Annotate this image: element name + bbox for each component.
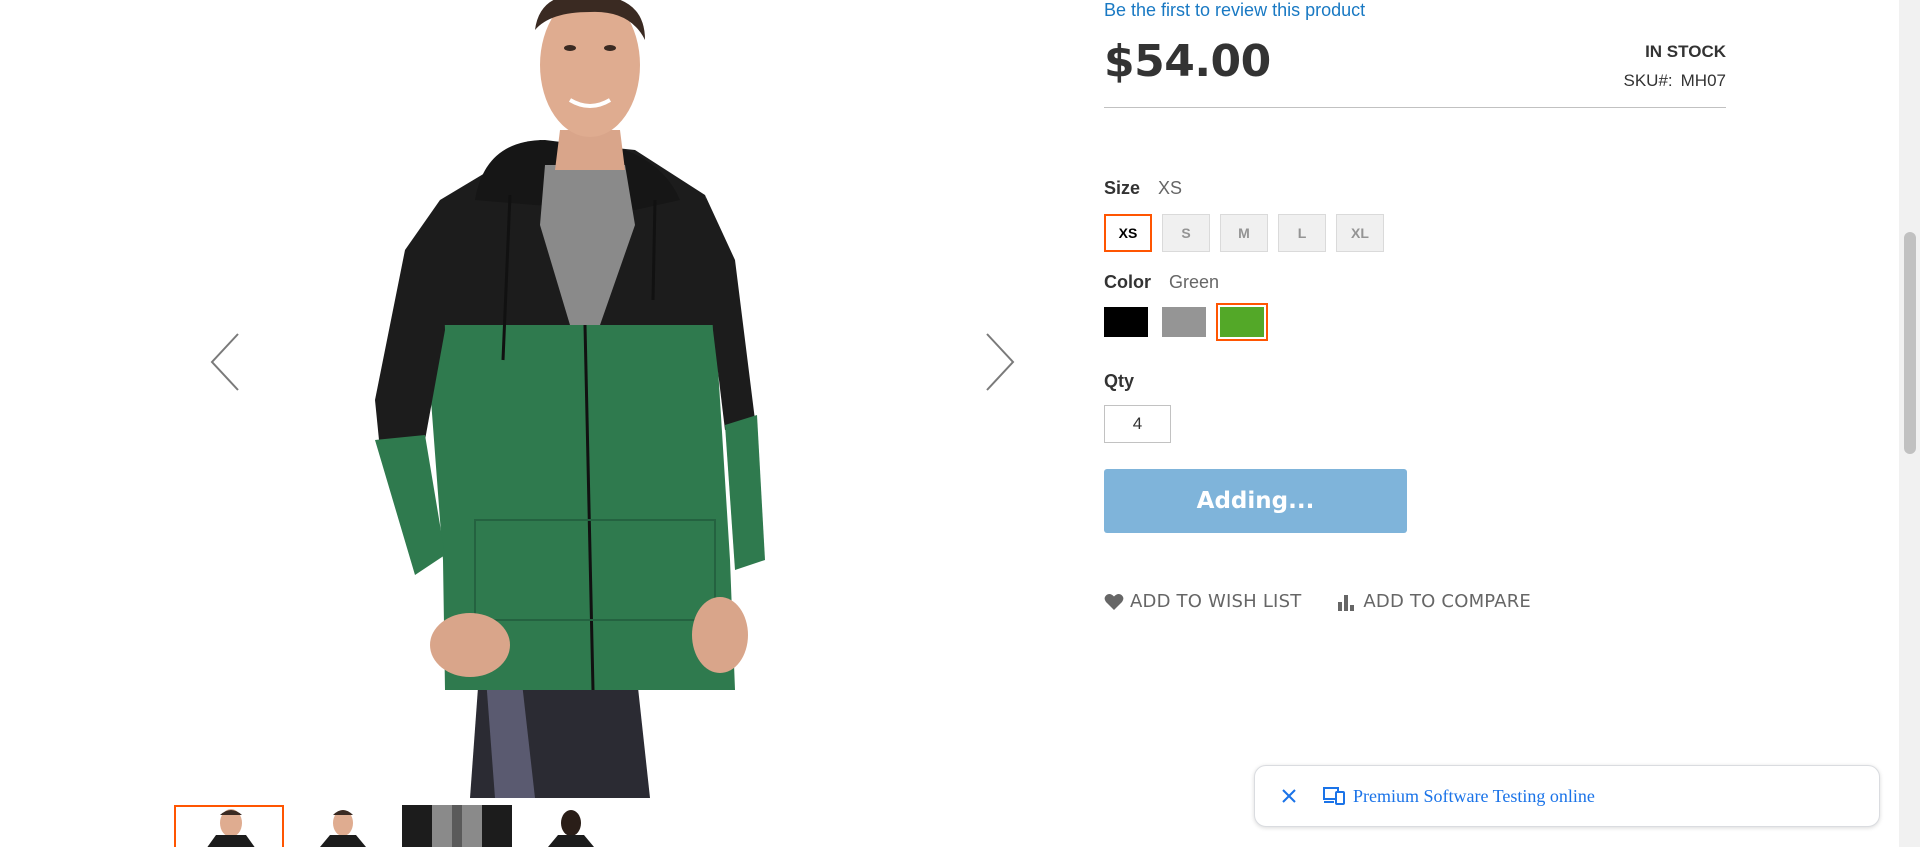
size-selected-value: XS [1158, 178, 1183, 198]
add-to-compare-link[interactable]: ADD TO COMPARE [1337, 591, 1531, 612]
add-to-cart-button[interactable]: Adding... [1104, 469, 1407, 533]
color-selected-value: Green [1169, 272, 1220, 292]
stock-status: IN STOCK [1645, 42, 1726, 61]
color-swatches [1104, 303, 1268, 341]
scrollbar-thumb[interactable] [1904, 232, 1916, 454]
color-attribute-label: Color Green [1104, 272, 1219, 293]
size-swatch-l[interactable]: L [1278, 214, 1326, 252]
heart-icon [1104, 593, 1124, 611]
product-sku: SKU#: MH07 [1624, 71, 1727, 91]
product-photo [375, 0, 765, 798]
page-scrollbar[interactable] [1899, 0, 1920, 847]
size-swatches: XS S M L XL [1103, 213, 1384, 253]
size-swatch-xl[interactable]: XL [1336, 214, 1384, 252]
close-icon[interactable] [1269, 776, 1309, 816]
thumbnail-strip [174, 805, 626, 847]
thumbnail-4[interactable] [516, 805, 626, 847]
color-swatch-green[interactable] [1216, 303, 1268, 341]
review-link[interactable]: Be the first to review this product [1104, 0, 1365, 21]
notification-toast: Premium Software Testing online [1254, 765, 1880, 827]
previous-image-arrow-icon[interactable] [195, 326, 255, 398]
thumbnail-3[interactable] [402, 805, 512, 847]
size-label: Size [1104, 178, 1141, 198]
product-price: $54.00 [1104, 36, 1271, 87]
thumbnail-1[interactable] [174, 805, 284, 847]
thumbnail-2[interactable] [288, 805, 398, 847]
color-swatch-black[interactable] [1104, 307, 1148, 337]
devices-icon [1323, 787, 1345, 805]
next-image-arrow-icon[interactable] [970, 326, 1020, 398]
product-main-image[interactable] [170, 0, 1020, 798]
compare-label: ADD TO COMPARE [1363, 591, 1531, 612]
qty-input[interactable] [1104, 405, 1171, 443]
color-swatch-gray[interactable] [1162, 307, 1206, 337]
sku-value: MH07 [1680, 71, 1726, 90]
wishlist-label: ADD TO WISH LIST [1130, 591, 1302, 612]
divider [1104, 107, 1726, 108]
size-swatch-m[interactable]: M [1220, 214, 1268, 252]
add-to-wishlist-link[interactable]: ADD TO WISH LIST [1104, 591, 1301, 612]
product-actions: ADD TO WISH LIST ADD TO COMPARE [1104, 591, 1531, 612]
color-label: Color [1104, 272, 1151, 292]
size-swatch-s[interactable]: S [1162, 214, 1210, 252]
toast-link[interactable]: Premium Software Testing online [1353, 786, 1595, 807]
size-attribute-label: Size XS [1104, 178, 1182, 199]
bar-chart-icon [1337, 593, 1357, 611]
size-swatch-xs[interactable]: XS [1103, 213, 1153, 253]
qty-label: Qty [1104, 371, 1135, 391]
sku-label: SKU#: [1623, 71, 1673, 90]
product-gallery [170, 0, 1020, 847]
